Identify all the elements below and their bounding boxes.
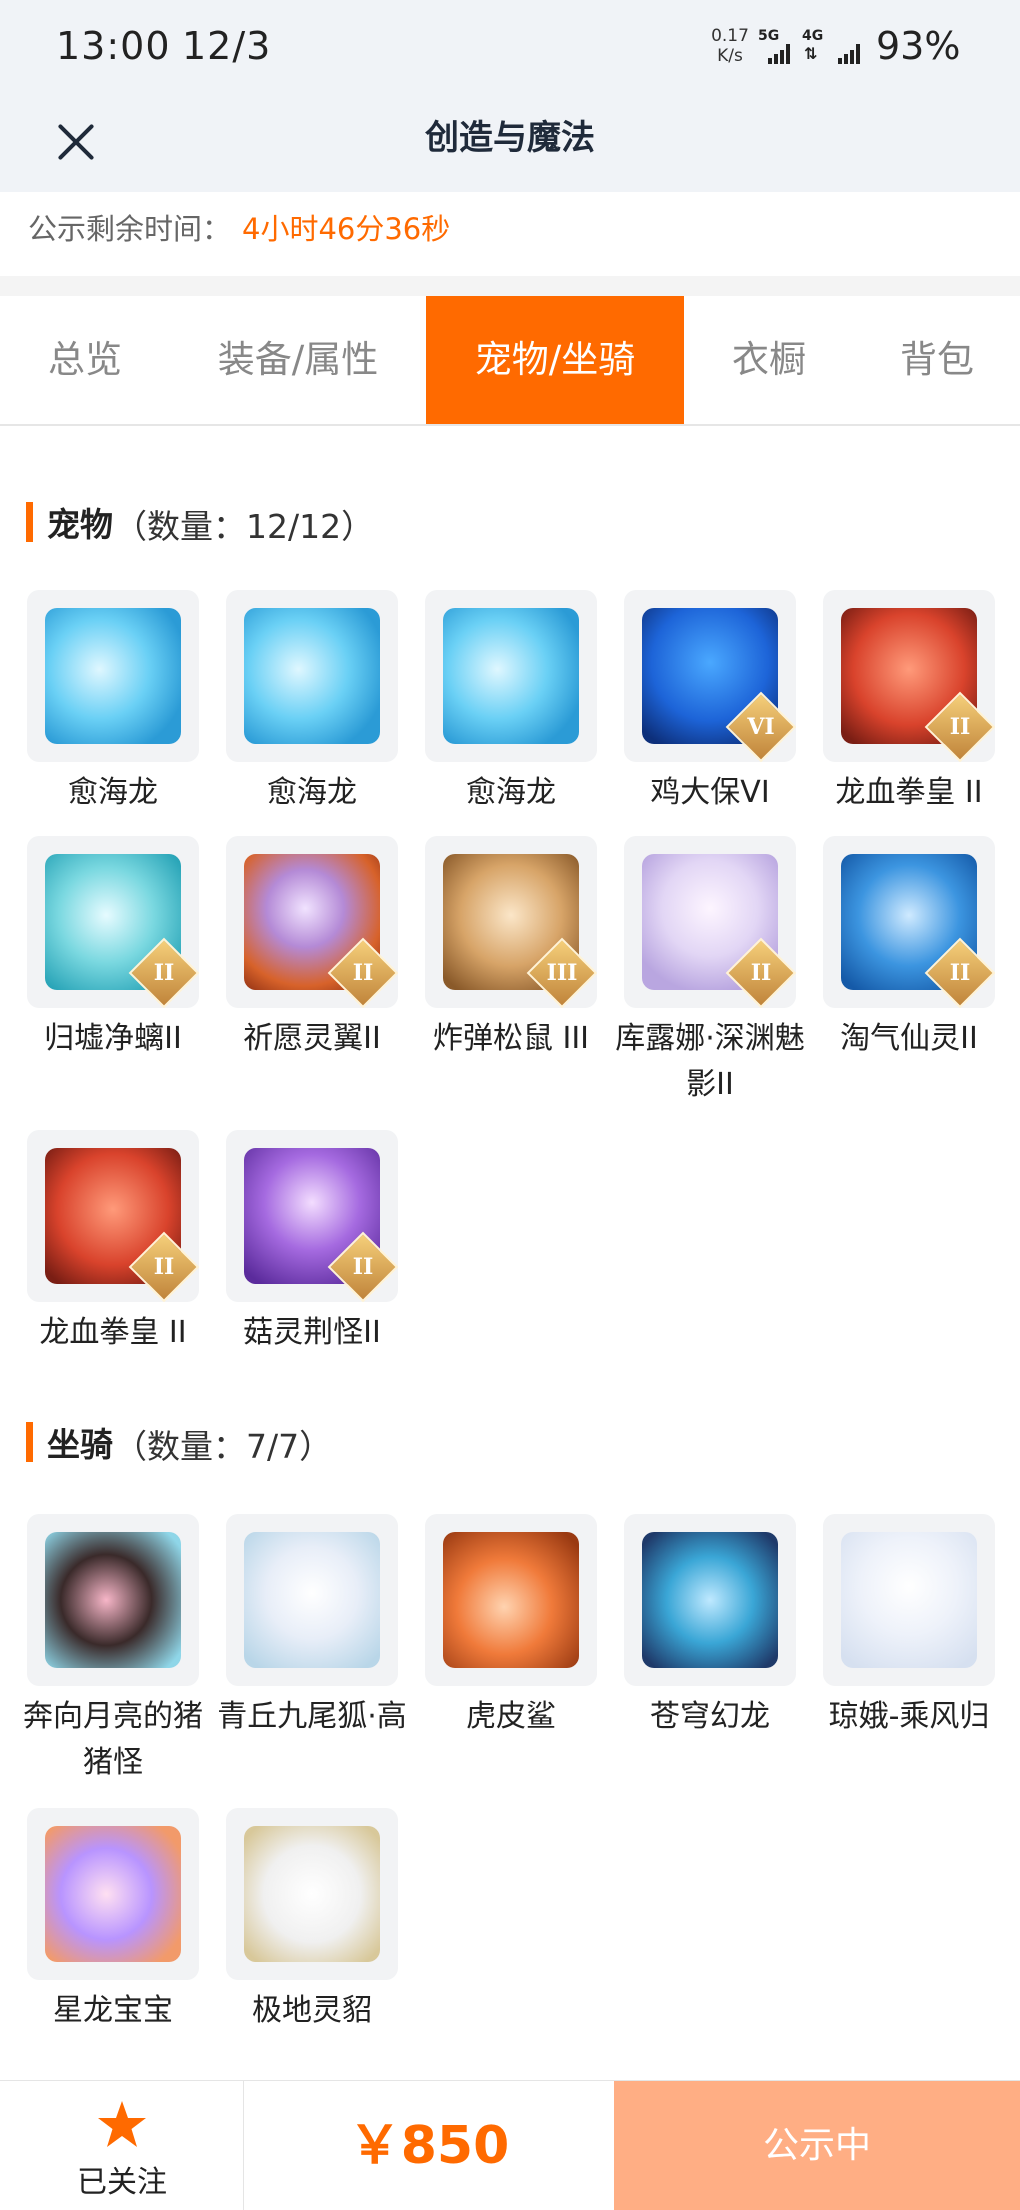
dragon-portrait-icon <box>244 608 380 744</box>
pet-name: 愈海龙 <box>267 775 357 810</box>
tab-overview[interactable]: 总览 <box>0 296 170 424</box>
pet-thumbnail: II <box>27 1130 199 1302</box>
bottom-bar: 已关注 ￥850 公示中 <box>0 2080 1020 2210</box>
ferret-portrait-icon <box>244 1826 380 1962</box>
net-4g-label: 4G <box>802 28 824 44</box>
pet-name: 鸡大保VI <box>650 775 770 810</box>
mounts-count: （数量：7/7） <box>114 1427 333 1466</box>
pet-name: 龙血拳皇 II <box>835 775 983 810</box>
pet-thumbnail <box>27 590 199 762</box>
pet-name: 祈愿灵翼II <box>243 1021 381 1056</box>
pet-name: 菇灵荆怪II <box>243 1315 381 1350</box>
net-speed: 0.17 K/s <box>711 26 749 66</box>
mount-thumbnail <box>624 1514 796 1686</box>
pet-name: 龙血拳皇 II <box>39 1315 187 1350</box>
tab-pets-mounts[interactable]: 宠物/坐骑 <box>426 296 684 424</box>
pet-thumbnail: II <box>226 836 398 1008</box>
countdown-value: 4小时46分36秒 <box>242 212 451 246</box>
mount-name: 星龙宝宝 <box>53 1993 173 2028</box>
fairy-lady-portrait-icon <box>841 1532 977 1668</box>
star-icon <box>98 2101 146 2147</box>
mount-thumbnail <box>823 1514 995 1686</box>
status-bar: 13:00 12/3 0.17 K/s 5G 4G ⇅ 93% <box>0 0 1020 96</box>
pig-portrait-icon <box>45 1532 181 1668</box>
mount-thumbnail <box>226 1514 398 1686</box>
fox-portrait-icon <box>244 1532 380 1668</box>
pet-name: 愈海龙 <box>466 775 556 810</box>
pet-thumbnail: II <box>27 836 199 1008</box>
mount-thumbnail <box>27 1808 199 1980</box>
pet-thumbnail: II <box>823 590 995 762</box>
pets-count: （数量：12/12） <box>114 507 375 546</box>
divider <box>0 276 1020 296</box>
pet-thumbnail: II <box>226 1130 398 1302</box>
follow-button[interactable]: 已关注 <box>0 2081 244 2210</box>
tab-bar: 总览 装备/属性 宠物/坐骑 衣橱 背包 <box>0 296 1020 426</box>
publicity-status-button[interactable]: 公示中 <box>614 2081 1020 2210</box>
section-accent-bar <box>26 1422 33 1462</box>
dragon-portrait-icon <box>443 608 579 744</box>
net-5g-label: 5G <box>758 28 780 44</box>
page-header: 创造与魔法 <box>0 96 1020 192</box>
tab-backpack[interactable]: 背包 <box>854 296 1020 424</box>
mount-name: 极地灵貂 <box>252 1993 372 2028</box>
mounts-title: 坐骑 <box>47 1425 113 1464</box>
follow-label: 已关注 <box>77 2165 167 2200</box>
pet-name: 炸弹松鼠 III <box>432 1021 590 1056</box>
status-time: 13:00 <box>56 24 171 68</box>
dragon-portrait-icon <box>45 608 181 744</box>
signal-icon-2 <box>838 44 862 64</box>
tab-equipment[interactable]: 装备/属性 <box>170 296 426 424</box>
mount-name: 苍穹幻龙 <box>650 1699 770 1734</box>
section-accent-bar <box>26 502 33 542</box>
shark-portrait-icon <box>443 1532 579 1668</box>
price-value: ￥850 <box>348 2116 510 2176</box>
mount-name: 奔向月亮的猪猪怪 <box>23 1699 203 1780</box>
mount-thumbnail <box>226 1808 398 1980</box>
pet-name: 淘气仙灵II <box>840 1021 978 1056</box>
pet-name: 归墟净螭II <box>44 1021 182 1056</box>
pet-thumbnail <box>226 590 398 762</box>
mount-name: 虎皮鲨 <box>466 1699 556 1734</box>
signal-icon <box>768 44 792 64</box>
mount-name: 琼娥-乘风归 <box>828 1699 990 1734</box>
pet-name: 库露娜·深渊魅影II <box>615 1021 805 1102</box>
top-bar: 13:00 12/3 0.17 K/s 5G 4G ⇅ 93% 创造与魔法 <box>0 0 1020 192</box>
status-date: 12/3 <box>182 24 272 68</box>
pet-thumbnail: VI <box>624 590 796 762</box>
pet-thumbnail <box>425 590 597 762</box>
pet-thumbnail: III <box>425 836 597 1008</box>
countdown-label: 公示剩余时间： <box>28 212 232 246</box>
pets-title: 宠物 <box>47 505 113 544</box>
mount-thumbnail <box>425 1514 597 1686</box>
pet-name: 愈海龙 <box>68 775 158 810</box>
tab-wardrobe[interactable]: 衣橱 <box>684 296 854 424</box>
page-title: 创造与魔法 <box>425 118 595 158</box>
dragon-portrait-icon <box>642 1532 778 1668</box>
data-arrows-icon: ⇅ <box>804 44 818 63</box>
baby-dragon-portrait-icon <box>45 1826 181 1962</box>
pet-thumbnail: II <box>823 836 995 1008</box>
battery-level: 93% <box>876 24 961 68</box>
pet-thumbnail: II <box>624 836 796 1008</box>
mount-thumbnail <box>27 1514 199 1686</box>
mount-name: 青丘九尾狐·高 <box>217 1699 407 1734</box>
